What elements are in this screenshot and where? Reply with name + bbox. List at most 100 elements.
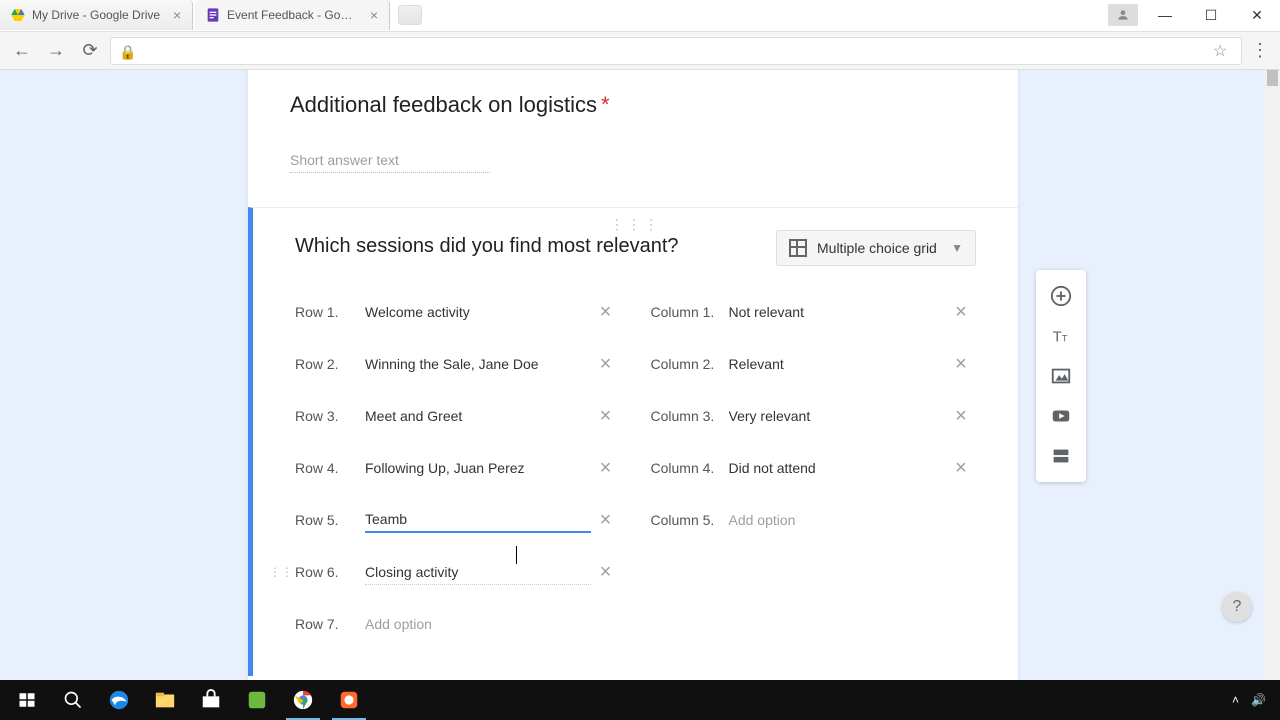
- col-label: Column 3.: [651, 408, 729, 424]
- add-video-button[interactable]: [1041, 396, 1081, 436]
- taskbar-camtasia[interactable]: [326, 680, 372, 720]
- bookmark-icon[interactable]: ☆: [1213, 41, 1233, 61]
- new-tab-button[interactable]: [398, 5, 422, 25]
- remove-col-icon[interactable]: ×: [946, 353, 976, 376]
- tab-label: My Drive - Google Drive: [32, 8, 160, 22]
- short-answer-placeholder: Short answer text: [290, 152, 490, 173]
- user-avatar-icon[interactable]: [1108, 4, 1138, 26]
- previous-question[interactable]: Additional feedback on logistics* Short …: [248, 70, 1018, 207]
- col-input[interactable]: [729, 300, 947, 325]
- grid-row-add: Row 7. Add option: [295, 598, 621, 650]
- grid-icon: [789, 239, 807, 257]
- tray-volume-icon[interactable]: 🔊: [1251, 693, 1266, 707]
- lock-icon: 🔒: [119, 44, 133, 58]
- col-label: Column 1.: [651, 304, 729, 320]
- remove-row-icon[interactable]: ×: [591, 457, 621, 480]
- question-type-dropdown[interactable]: Multiple choice grid ▼: [776, 230, 976, 266]
- taskbar-search[interactable]: [50, 680, 96, 720]
- maximize-button[interactable]: ☐: [1188, 0, 1234, 30]
- drive-favicon-icon: [10, 7, 26, 23]
- row-label: Row 4.: [295, 460, 365, 476]
- grid-row: Row 1. ×: [295, 286, 621, 338]
- close-window-button[interactable]: ✕: [1234, 0, 1280, 30]
- add-row-option[interactable]: Add option: [365, 612, 621, 637]
- grid-col: Column 1. ×: [651, 286, 977, 338]
- taskbar-edge[interactable]: [96, 680, 142, 720]
- add-col-option[interactable]: Add option: [729, 508, 977, 533]
- tab-label: Event Feedback - Google: [227, 8, 357, 22]
- required-asterisk: *: [601, 92, 610, 117]
- grid-row: Row 5. ×: [295, 494, 621, 546]
- forms-favicon-icon: [205, 7, 221, 23]
- row-input[interactable]: [365, 300, 591, 325]
- rows-column: Row 1. × Row 2. × Row 3. ×: [295, 286, 621, 650]
- svg-text:T: T: [1062, 334, 1068, 344]
- question-title-input[interactable]: Which sessions did you find most relevan…: [295, 235, 776, 261]
- remove-row-icon[interactable]: ×: [591, 353, 621, 376]
- row-label: Row 3.: [295, 408, 365, 424]
- remove-row-icon[interactable]: ×: [591, 301, 621, 324]
- remove-row-icon[interactable]: ×: [591, 509, 621, 532]
- minimize-button[interactable]: —: [1142, 0, 1188, 30]
- text-caret-icon: [516, 546, 517, 564]
- col-input[interactable]: [729, 404, 947, 429]
- col-input[interactable]: [729, 352, 947, 377]
- tab-drive[interactable]: My Drive - Google Drive ×: [0, 0, 193, 30]
- row-label: Row 1.: [295, 304, 365, 320]
- row-input[interactable]: [365, 560, 591, 585]
- taskbar-store[interactable]: [188, 680, 234, 720]
- address-bar: ← → ⟳ 🔒 ☆ ⋮: [0, 32, 1280, 70]
- drag-handle-icon[interactable]: ⋮⋮⋮: [610, 216, 661, 233]
- tray-chevron-icon[interactable]: ˄: [1232, 693, 1239, 707]
- row-input[interactable]: [365, 456, 591, 481]
- chevron-down-icon: ▼: [951, 241, 963, 255]
- active-question: ⋮⋮⋮ Which sessions did you find most rel…: [248, 207, 1018, 676]
- add-section-button[interactable]: [1041, 436, 1081, 476]
- taskbar-app1[interactable]: [234, 680, 280, 720]
- taskbar-explorer[interactable]: [142, 680, 188, 720]
- reload-button[interactable]: ⟳: [76, 37, 104, 65]
- scrollbar[interactable]: [1265, 70, 1280, 680]
- forward-button[interactable]: →: [42, 37, 70, 65]
- grid-row: ⋮⋮ Row 6. ×: [295, 546, 621, 598]
- col-input[interactable]: [729, 456, 947, 481]
- browser-titlebar: My Drive - Google Drive × Event Feedback…: [0, 0, 1280, 32]
- svg-text:T: T: [1053, 330, 1062, 346]
- row-input[interactable]: [365, 507, 591, 533]
- row-drag-icon[interactable]: ⋮⋮: [269, 565, 293, 579]
- url-field[interactable]: 🔒 ☆: [110, 37, 1242, 65]
- taskbar: ˄ 🔊: [0, 680, 1280, 720]
- remove-col-icon[interactable]: ×: [946, 301, 976, 324]
- add-image-button[interactable]: [1041, 356, 1081, 396]
- grid-col: Column 4. ×: [651, 442, 977, 494]
- remove-row-icon[interactable]: ×: [591, 405, 621, 428]
- row-label: Row 2.: [295, 356, 365, 372]
- remove-col-icon[interactable]: ×: [946, 405, 976, 428]
- row-input[interactable]: [365, 404, 591, 429]
- page-body: Additional feedback on logistics* Short …: [0, 70, 1280, 680]
- taskbar-chrome[interactable]: [280, 680, 326, 720]
- close-tab-icon[interactable]: ×: [170, 8, 184, 22]
- row-label: Row 7.: [295, 616, 365, 632]
- grid-col: Column 3. ×: [651, 390, 977, 442]
- back-button[interactable]: ←: [8, 37, 36, 65]
- row-label: Row 5.: [295, 512, 365, 528]
- system-tray[interactable]: ˄ 🔊: [1232, 693, 1276, 707]
- start-button[interactable]: [4, 680, 50, 720]
- form-editor: Additional feedback on logistics* Short …: [248, 70, 1018, 680]
- remove-row-icon[interactable]: ×: [591, 561, 621, 584]
- col-label: Column 4.: [651, 460, 729, 476]
- grid-col: Column 2. ×: [651, 338, 977, 390]
- help-button[interactable]: ?: [1222, 592, 1252, 622]
- question-type-label: Multiple choice grid: [817, 240, 937, 256]
- row-input[interactable]: [365, 352, 591, 377]
- close-tab-icon[interactable]: ×: [367, 8, 381, 22]
- remove-col-icon[interactable]: ×: [946, 457, 976, 480]
- browser-menu-icon[interactable]: ⋮: [1248, 40, 1272, 61]
- add-title-button[interactable]: TT: [1041, 316, 1081, 356]
- grid-row: Row 3. ×: [295, 390, 621, 442]
- add-question-button[interactable]: [1041, 276, 1081, 316]
- scroll-up-arrow[interactable]: [1267, 70, 1278, 86]
- tab-forms[interactable]: Event Feedback - Google ×: [195, 0, 390, 30]
- question-toolbar: TT: [1036, 270, 1086, 482]
